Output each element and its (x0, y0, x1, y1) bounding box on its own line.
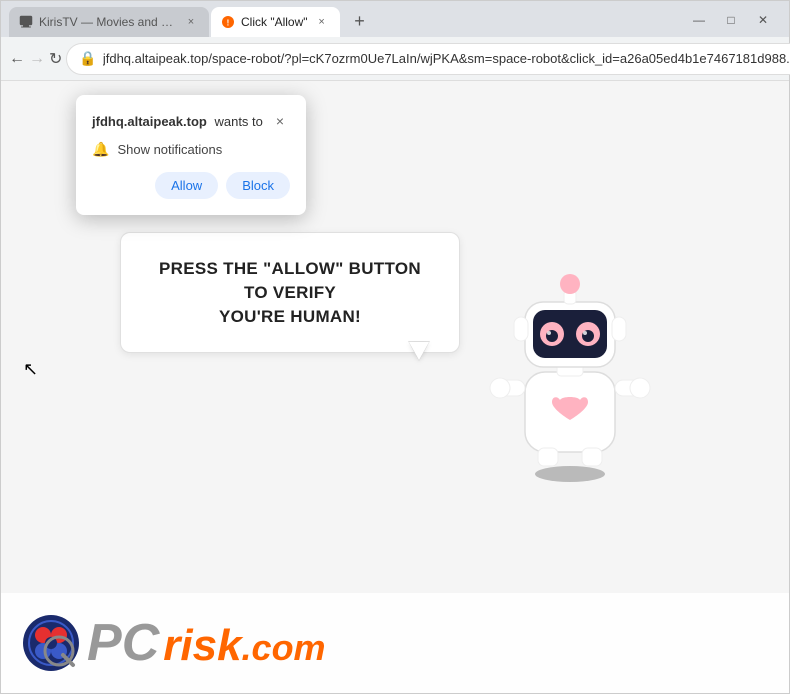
forward-button[interactable]: → (29, 43, 45, 75)
speech-bubble: PRESS THE "ALLOW" BUTTON TO VERIFY YOU'R… (120, 232, 460, 353)
notification-popup: jfdhq.altaipeak.top wants to × 🔔 Show no… (76, 95, 306, 215)
popup-header: jfdhq.altaipeak.top wants to × (92, 111, 290, 131)
minimize-button[interactable]: — (685, 9, 713, 31)
new-tab-button[interactable]: + (346, 7, 374, 35)
block-button[interactable]: Block (226, 172, 290, 199)
tab-click-allow[interactable]: ! Click "Allow" × (211, 7, 340, 37)
close-window-button[interactable]: ✕ (749, 9, 777, 31)
tab1-close-icon[interactable]: × (183, 14, 199, 30)
tab2-favicon-icon: ! (221, 15, 235, 29)
popup-domain: jfdhq.altaipeak.top wants to (92, 114, 263, 129)
svg-text:!: ! (227, 19, 230, 28)
address-bar[interactable]: 🔒 jfdhq.altaipeak.top/space-robot/?pl=cK… (66, 43, 790, 75)
maximize-button[interactable]: □ (717, 9, 745, 31)
pcrisk-logo: P C risk .com (21, 613, 326, 673)
tab2-title: Click "Allow" (241, 15, 308, 29)
robot-image (470, 252, 670, 482)
back-button[interactable]: ← (9, 43, 25, 75)
page-content: jfdhq.altaipeak.top wants to × 🔔 Show no… (1, 81, 789, 693)
tab2-close-icon[interactable]: × (314, 14, 330, 30)
notification-row: 🔔 Show notifications (92, 141, 290, 158)
bell-icon: 🔔 (92, 141, 109, 158)
popup-close-button[interactable]: × (270, 111, 290, 131)
notification-label: Show notifications (117, 142, 222, 157)
popup-buttons: Allow Block (92, 172, 290, 199)
tab1-title: KirisTV — Movies and Series D... (39, 15, 177, 29)
lock-icon: 🔒 (79, 50, 96, 67)
pcrisk-badge-icon (21, 613, 81, 673)
pcrisk-text: P C risk .com (87, 617, 326, 669)
window-controls: — □ ✕ (685, 9, 781, 37)
content-area: PRESS THE "ALLOW" BUTTON TO VERIFY YOU'R… (120, 232, 670, 482)
watermark: P C risk .com (1, 593, 789, 693)
robot-svg (470, 252, 670, 482)
main-area: jfdhq.altaipeak.top wants to × 🔔 Show no… (1, 81, 789, 693)
bubble-text: PRESS THE "ALLOW" BUTTON TO VERIFY YOU'R… (151, 257, 429, 328)
browser-window: KirisTV — Movies and Series D... × ! Cli… (0, 0, 790, 694)
tab-kiristv[interactable]: KirisTV — Movies and Series D... × (9, 7, 209, 37)
mouse-cursor: ↖ (23, 359, 38, 380)
address-text: jfdhq.altaipeak.top/space-robot/?pl=cK7o… (103, 51, 790, 66)
navigation-bar: ← → ↻ 🔒 jfdhq.altaipeak.top/space-robot/… (1, 37, 789, 81)
allow-button[interactable]: Allow (155, 172, 218, 199)
tab-bar: KirisTV — Movies and Series D... × ! Cli… (1, 1, 789, 37)
refresh-button[interactable]: ↻ (49, 43, 62, 75)
tab1-favicon-icon (19, 15, 33, 29)
